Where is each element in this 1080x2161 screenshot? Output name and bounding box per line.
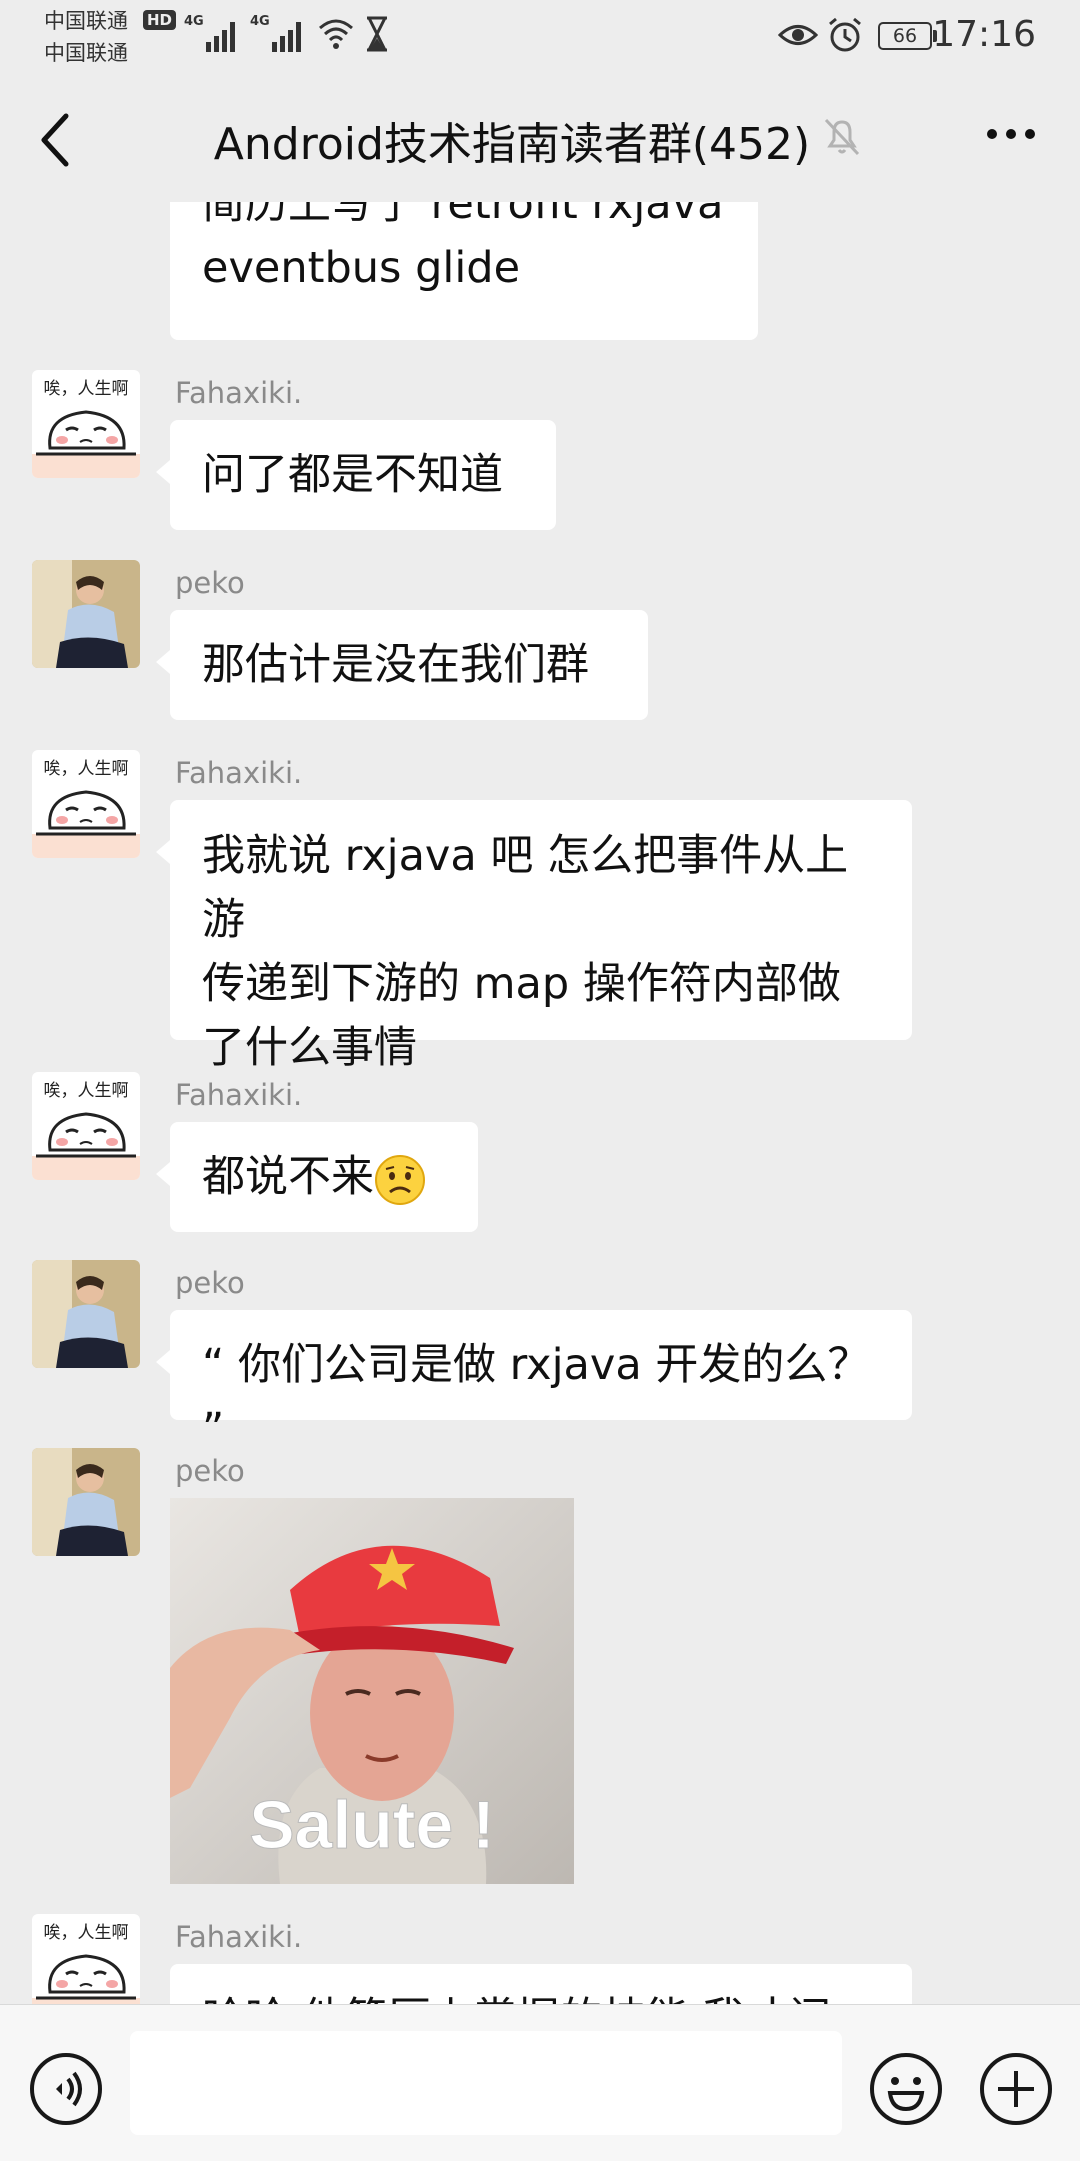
avatar[interactable]: 唉，人生啊	[32, 1072, 140, 1180]
input-bar	[0, 2004, 1080, 2161]
sticker-caption: Salute !	[249, 1787, 495, 1863]
message-text: 问了都是不知道	[202, 450, 503, 500]
message-text: 我就说 rxjava 吧 怎么把事件从上游	[202, 831, 849, 945]
sender-name: peko	[175, 1454, 245, 1488]
avatar-caption: 唉，人生啊	[44, 379, 129, 399]
sender-name: Fahaxiki.	[175, 756, 303, 790]
message-text: 了什么事情	[202, 1023, 417, 1073]
signal-icon-1: 4G	[184, 14, 240, 52]
message-text: 简历上写了 retrofit rxjava	[202, 202, 724, 229]
avatar-caption: 唉，人生啊	[44, 759, 129, 779]
message-bubble[interactable]: 都说不来	[156, 1122, 478, 1232]
network-type-2: 4G	[250, 14, 270, 29]
message-bubble[interactable]: 那估计是没在我们群	[156, 610, 648, 720]
carrier-label-1: 中国联通	[44, 9, 128, 33]
sender-name: peko	[175, 1266, 245, 1300]
message-bubble[interactable]: 我就说 rxjava 吧 怎么把事件从上游 传递到下游的 map 操作符内部做 …	[156, 800, 912, 1073]
message-list[interactable]: 简历上写了 retrofit rxjava eventbus glide 唉，人…	[0, 202, 1080, 2004]
avatar[interactable]: 唉，人生啊	[32, 1914, 140, 2004]
message-text: 那估计是没在我们群	[202, 640, 589, 690]
avatar[interactable]: 唉，人生啊	[32, 750, 140, 858]
sender-name: Fahaxiki.	[175, 376, 303, 410]
wifi-icon	[319, 19, 353, 49]
smile-icon[interactable]	[868, 2051, 944, 2127]
sender-name: Fahaxiki.	[175, 1920, 303, 1954]
message-text: “ 你们公司是做 rxjava 开发的么？ ”	[202, 1340, 871, 1454]
message-text: 哈哈 他简历上掌握的技能 我才问	[202, 1987, 880, 2004]
message-input[interactable]	[130, 2031, 842, 2135]
clock: 17:16	[932, 14, 1036, 55]
avatar[interactable]	[32, 560, 140, 668]
bell-off-icon	[824, 118, 860, 156]
hourglass-icon	[367, 16, 387, 52]
more-horizontal-icon[interactable]	[986, 128, 1036, 140]
sender-name: Fahaxiki.	[175, 1078, 303, 1112]
network-type-1: 4G	[184, 14, 204, 29]
message-text: 传递到下游的 map 操作符内部做	[202, 959, 841, 1009]
signal-icon-2: 4G	[250, 14, 306, 52]
carrier-label-2: 中国联通	[44, 41, 128, 65]
eye-icon	[778, 25, 818, 45]
message-bubble[interactable]: 简历上写了 retrofit rxjava eventbus glide	[170, 202, 758, 340]
avatar[interactable]	[32, 1260, 140, 1368]
plus-circle-icon[interactable]	[978, 2051, 1054, 2127]
hd-badge: HD	[143, 10, 177, 30]
voice-icon[interactable]	[28, 2051, 104, 2127]
sticker-image[interactable]: Salute !	[170, 1498, 574, 1884]
chat-header: Android技术指南读者群(452)	[0, 72, 1080, 202]
avatar-caption: 唉，人生啊	[44, 1081, 129, 1101]
sender-name: peko	[175, 566, 245, 600]
status-bar: 中国联通 中国联通 HD 4G 4G 66 17:16	[0, 0, 1080, 72]
message-text: eventbus glide	[202, 243, 521, 293]
chat-title: Android技术指南读者群(452)	[213, 119, 811, 170]
battery-indicator: 66	[878, 22, 932, 50]
message-bubble[interactable]: “ 你们公司是做 rxjava 开发的么？ ”	[156, 1310, 912, 1454]
message-bubble[interactable]: 哈哈 他简历上掌握的技能 我才问	[170, 1964, 912, 2004]
avatar-caption: 唉，人生啊	[44, 1923, 129, 1943]
frown-emoji-icon	[375, 1154, 425, 1205]
avatar[interactable]	[32, 1448, 140, 1556]
avatar[interactable]: 唉，人生啊	[32, 370, 140, 478]
alarm-icon	[829, 17, 861, 52]
message-text: 都说不来	[202, 1152, 374, 1202]
message-bubble[interactable]: 问了都是不知道	[156, 420, 556, 530]
